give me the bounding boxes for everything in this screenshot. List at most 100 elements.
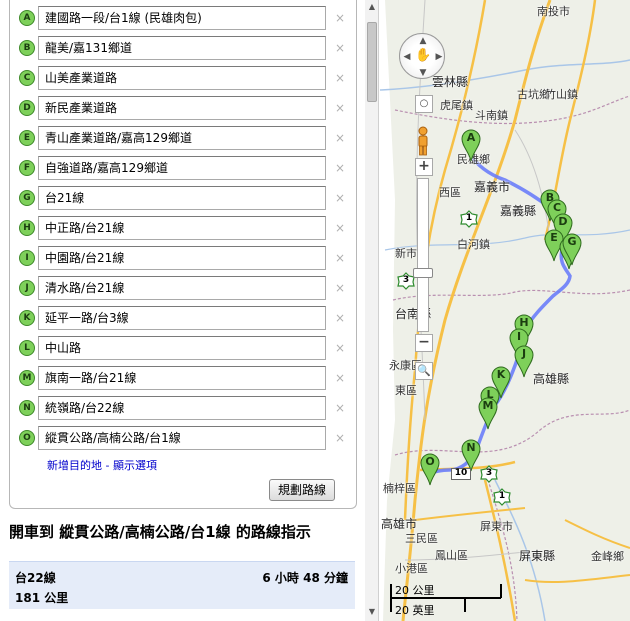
waypoint-marker-icon: F — [19, 160, 35, 176]
map-pin-g[interactable]: G — [561, 232, 583, 266]
waypoint-input[interactable]: 延平一路/台3線 — [38, 306, 326, 330]
scale-mi-label: 20 英里 — [395, 604, 435, 617]
map-pin-label: O — [425, 455, 435, 468]
highway-shield-icon: 1 — [493, 488, 511, 506]
waypoint-list: A 建國路一段/台1線 (民雄肉包) × B 龍美/嘉131鄉道 × C 山美產業道路 × D 新民… — [9, 0, 357, 509]
waypoint-input[interactable]: 新民產業道路 — [38, 96, 326, 120]
show-options-link[interactable]: 顯示選項 — [113, 459, 157, 472]
plan-route-button[interactable]: 規劃路線 — [269, 479, 335, 501]
waypoint-marker-icon: B — [19, 40, 35, 56]
add-destination-separator: - — [102, 459, 113, 472]
waypoint-input[interactable]: 縱貫公路/高楠公路/台1線 — [38, 426, 326, 450]
map-pin-m[interactable]: M — [477, 396, 499, 430]
remove-waypoint-icon[interactable]: × — [333, 130, 347, 146]
remove-waypoint-icon[interactable]: × — [333, 100, 347, 116]
waypoint-marker-icon: C — [19, 70, 35, 86]
add-destination-row: 新增目的地 - 顯示選項 — [47, 457, 157, 473]
remove-waypoint-icon[interactable]: × — [333, 400, 347, 416]
map-label-xiaogang: 小港區 — [395, 562, 428, 575]
waypoint-input[interactable]: 中正路/台21線 — [38, 216, 326, 240]
pan-right-icon[interactable]: ▶ — [434, 52, 444, 62]
pan-control[interactable]: ▲ ▼ ◀ ▶ ✋ — [399, 33, 445, 79]
waypoint-row: D 新民產業道路 × — [10, 94, 358, 124]
map-pin-j[interactable]: J — [513, 344, 535, 378]
map-pin-n[interactable]: N — [460, 438, 482, 472]
remove-waypoint-icon[interactable]: × — [333, 220, 347, 236]
waypoint-row: I 中園路/台21線 × — [10, 244, 358, 274]
map-scrollbar[interactable]: ▲ ▼ — [365, 0, 379, 621]
remove-waypoint-icon[interactable]: × — [333, 10, 347, 26]
waypoint-row: N 統嶺路/台22線 × — [10, 394, 358, 424]
waypoint-row: F 自強道路/嘉高129鄉道 × — [10, 154, 358, 184]
highway-shield-number: 1 — [498, 491, 506, 501]
pegman-icon[interactable] — [413, 126, 433, 158]
waypoint-input[interactable]: 青山產業道路/嘉高129鄉道 — [38, 126, 326, 150]
scroll-up-icon[interactable]: ▲ — [367, 2, 377, 12]
waypoint-marker-icon: E — [19, 130, 35, 146]
pan-up-icon[interactable]: ▲ — [418, 36, 428, 46]
remove-waypoint-icon[interactable]: × — [333, 70, 347, 86]
remove-waypoint-icon[interactable]: × — [333, 340, 347, 356]
waypoint-input[interactable]: 建國路一段/台1線 (民雄肉包) — [38, 6, 326, 30]
remove-waypoint-icon[interactable]: × — [333, 190, 347, 206]
summary-distance: 181 公里 — [15, 591, 69, 605]
remove-waypoint-icon[interactable]: × — [333, 160, 347, 176]
remove-waypoint-icon[interactable]: × — [333, 250, 347, 266]
waypoint-row: B 龍美/嘉131鄉道 × — [10, 34, 358, 64]
zoom-slider-track[interactable] — [417, 178, 429, 332]
street-view-circle-icon[interactable]: ○ — [415, 95, 433, 113]
map-pin-label: J — [521, 347, 527, 360]
remove-waypoint-icon[interactable]: × — [333, 430, 347, 446]
map-view[interactable]: 南投市 雲林縣 虎尾鎮 斗南鎮 古坑鄉 竹山鎮 民雄鄉 嘉義市 西區 嘉義縣 白… — [365, 0, 630, 621]
waypoint-marker-icon: A — [19, 10, 35, 26]
pan-left-icon[interactable]: ◀ — [402, 52, 412, 62]
waypoint-marker-icon: L — [19, 340, 35, 356]
add-destination-link[interactable]: 新增目的地 — [47, 459, 102, 472]
map-pin-o[interactable]: O — [419, 452, 441, 486]
waypoint-marker-icon: K — [19, 310, 35, 326]
route-title: 開車到 縱貫公路/高楠公路/台1線 的路線指示 — [9, 523, 311, 541]
map-pin-label: G — [567, 235, 577, 248]
highway-shield-icon: 3 — [480, 465, 498, 483]
waypoint-input[interactable]: 統嶺路/台22線 — [38, 396, 326, 420]
waypoint-marker-icon: J — [19, 280, 35, 296]
magnifier-icon[interactable]: 🔍 — [415, 362, 433, 380]
waypoint-input[interactable]: 旗南一路/台21線 — [38, 366, 326, 390]
remove-waypoint-icon[interactable]: × — [333, 280, 347, 296]
map-label-east-district: 東區 — [395, 384, 417, 397]
remove-waypoint-icon[interactable]: × — [333, 40, 347, 56]
zoom-slider-thumb[interactable] — [413, 268, 433, 278]
zoom-out-button[interactable]: − — [415, 334, 433, 352]
waypoint-input[interactable]: 台21線 — [38, 186, 326, 210]
map-label-kaohsiung-county: 高雄縣 — [533, 372, 570, 386]
highway-shield-icon: 1 — [460, 210, 478, 228]
map-label-pingdong-city: 屏東市 — [480, 520, 513, 533]
highway-shield-number: 10 — [454, 468, 468, 478]
map-label-west-district: 西區 — [439, 186, 461, 199]
waypoint-input[interactable]: 山美產業道路 — [38, 66, 326, 90]
waypoint-row: C 山美產業道路 × — [10, 64, 358, 94]
map-label-sanmin: 三民區 — [405, 532, 438, 545]
hand-icon: ✋ — [415, 48, 432, 63]
scroll-thumb[interactable] — [367, 22, 377, 102]
scroll-down-icon[interactable]: ▼ — [367, 607, 377, 617]
waypoint-input[interactable]: 自強道路/嘉高129鄉道 — [38, 156, 326, 180]
waypoint-input[interactable]: 龍美/嘉131鄉道 — [38, 36, 326, 60]
zoom-in-button[interactable]: + — [415, 158, 433, 176]
waypoint-input[interactable]: 清水路/台21線 — [38, 276, 326, 300]
waypoint-marker-icon: H — [19, 220, 35, 236]
waypoint-marker-icon: O — [19, 430, 35, 446]
map-pin-a[interactable]: A — [460, 128, 482, 162]
waypoint-input[interactable]: 中山路 — [38, 336, 326, 360]
waypoint-input[interactable]: 中園路/台21線 — [38, 246, 326, 270]
map-label-chiayi-county: 嘉義縣 — [500, 204, 537, 218]
waypoint-row: A 建國路一段/台1線 (民雄肉包) × — [10, 4, 358, 34]
remove-waypoint-icon[interactable]: × — [333, 370, 347, 386]
remove-waypoint-icon[interactable]: × — [333, 310, 347, 326]
waypoint-marker-icon: M — [19, 370, 35, 386]
map-label-jinfeng: 金峰鄉 — [591, 550, 624, 563]
waypoint-row: J 清水路/台21線 × — [10, 274, 358, 304]
pan-down-icon[interactable]: ▼ — [418, 68, 428, 78]
route-summary[interactable]: 台22線 6 小時 48 分鐘 181 公里 — [9, 561, 355, 609]
scale-bar: 20 公里 20 英里 — [389, 582, 509, 617]
